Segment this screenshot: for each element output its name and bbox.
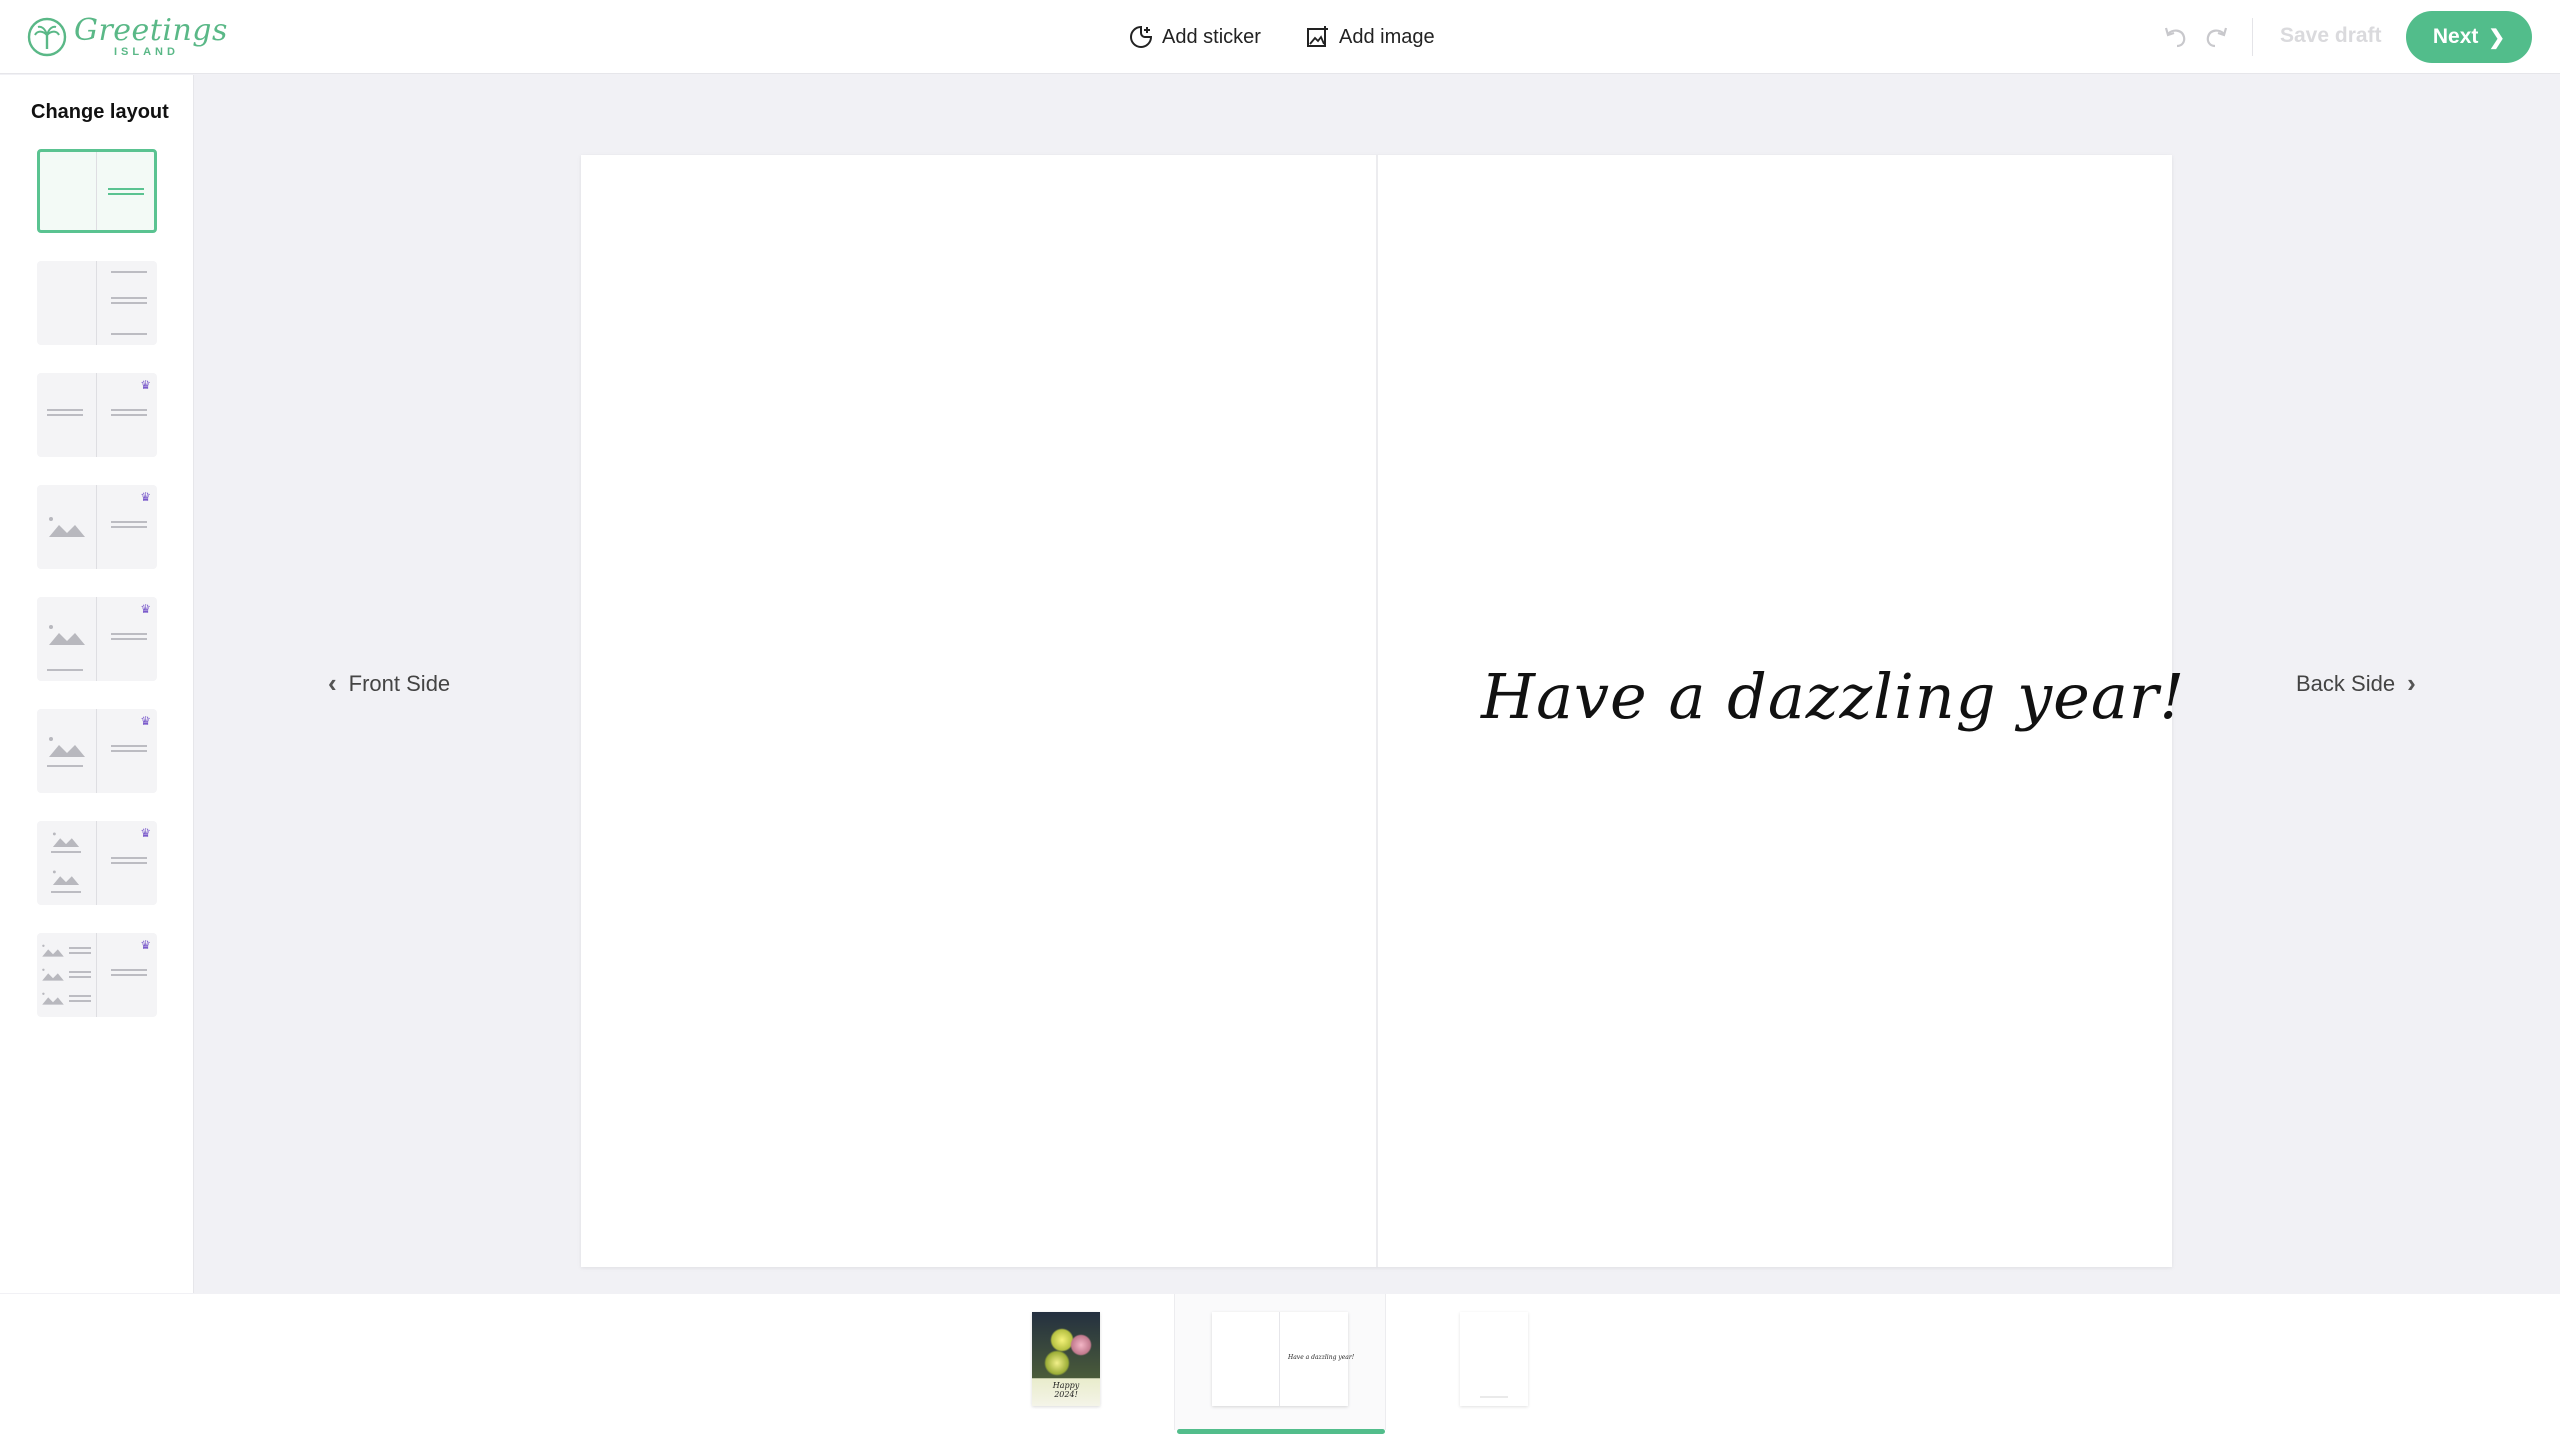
greetings-island-logo[interactable]: Greetings ISLAND (26, 14, 228, 60)
card-canvas: Have a dazzling year! (581, 155, 2184, 1267)
layout-sidebar: Change layout ♛ ♛ ♛ ♛ ♛ ♛ (0, 75, 194, 1293)
next-label: Next (2432, 25, 2479, 48)
layout-option-two-images-text[interactable]: ♛ (37, 821, 157, 905)
active-tab-indicator (1177, 1429, 1385, 1434)
text-lines-icon (69, 971, 91, 981)
layout-option-three-images-text[interactable]: ♛ (37, 933, 157, 1017)
layout-fold (96, 933, 97, 1017)
layout-fold (96, 261, 97, 345)
layout-fold (96, 152, 97, 230)
image-placeholder-icon (42, 968, 64, 981)
layout-option-text-both[interactable]: ♛ (37, 373, 157, 457)
thumb-fold (1279, 1312, 1280, 1406)
chevron-left-icon: ‹ (328, 668, 337, 698)
logo-sub-text: ISLAND (114, 46, 179, 58)
layout-fold (96, 373, 97, 457)
image-placeholder-icon (42, 944, 64, 957)
text-lines-icon (111, 969, 147, 979)
add-image-button[interactable]: Add image (1305, 22, 1435, 52)
crown-icon: ♛ (140, 602, 151, 616)
sidebar-title: Change layout (31, 101, 169, 123)
logo-wordmark: Greetings ISLAND (74, 16, 228, 58)
text-lines-icon (111, 633, 147, 643)
next-button[interactable]: Next ❯ (2406, 11, 2532, 63)
page-thumb-inside[interactable]: Have a dazzling year! (1212, 1312, 1354, 1406)
text-lines-icon (111, 271, 147, 276)
back-side-link[interactable]: Back Side › (2296, 668, 2416, 699)
layout-option-image-caption-text-2[interactable]: ♛ (37, 709, 157, 793)
inside-thumb-text: Have a dazzling year! (1288, 1354, 1355, 1361)
layout-option-image-text[interactable]: ♛ (37, 485, 157, 569)
palm-tree-icon (27, 17, 67, 57)
text-lines-icon (51, 891, 81, 896)
logo-main-text: Greetings (74, 13, 228, 48)
add-image-label: Add image (1339, 25, 1435, 48)
layout-option-text-right-spaced[interactable] (37, 261, 157, 345)
text-lines-icon (108, 188, 144, 198)
text-lines-icon (111, 409, 147, 419)
chevron-right-icon: › (2407, 668, 2416, 698)
firework-graphic (1044, 1350, 1070, 1376)
firework-graphic (1070, 1334, 1092, 1356)
text-lines-icon (111, 521, 147, 531)
layout-option-text-right[interactable] (37, 149, 157, 233)
layout-fold (96, 709, 97, 793)
text-lines-icon (47, 409, 83, 419)
undo-icon[interactable] (2160, 22, 2190, 52)
layout-fold (96, 485, 97, 569)
toolbar-divider (2252, 18, 2253, 56)
image-placeholder-icon (49, 625, 85, 645)
text-lines-icon (69, 947, 91, 957)
back-logo-mark (1480, 1396, 1508, 1398)
greeting-text[interactable]: Have a dazzling year! (1481, 660, 2184, 733)
back-side-label: Back Side (2296, 670, 2396, 696)
image-placeholder-icon (52, 832, 80, 847)
front-thumb-line2: 2024! (1054, 1389, 1078, 1399)
layout-option-image-caption-text[interactable]: ♛ (37, 597, 157, 681)
image-placeholder-icon (49, 737, 85, 757)
page-strip: Happy 2024! Have a dazzling year! (0, 1294, 2560, 1439)
add-sticker-label: Add sticker (1162, 25, 1261, 48)
front-side-link[interactable]: ‹ Front Side (328, 668, 450, 699)
crown-icon: ♛ (140, 826, 151, 840)
crown-icon: ♛ (140, 490, 151, 504)
layout-fold (96, 821, 97, 905)
crown-icon: ♛ (140, 714, 151, 728)
crown-icon: ♛ (140, 378, 151, 392)
image-icon (1307, 26, 1328, 47)
top-bar: Greetings ISLAND Add sticker Add image S… (0, 0, 2560, 74)
image-placeholder-icon (49, 517, 85, 537)
chevron-right-icon: ❯ (2488, 26, 2506, 49)
text-lines-icon (111, 857, 147, 867)
image-placeholder-icon (52, 870, 80, 885)
image-placeholder-icon (42, 992, 64, 1005)
save-draft-button[interactable]: Save draft (2280, 24, 2382, 48)
add-sticker-button[interactable]: Add sticker (1128, 22, 1261, 52)
crown-icon: ♛ (140, 938, 151, 952)
text-lines-icon (111, 333, 147, 338)
front-thumb-text: Happy 2024! (1032, 1381, 1100, 1400)
layout-fold (96, 597, 97, 681)
text-lines-icon (111, 297, 147, 307)
page-thumb-front[interactable]: Happy 2024! (1032, 1312, 1100, 1406)
text-lines-icon (51, 851, 81, 856)
text-lines-icon (111, 745, 147, 755)
text-lines-icon (47, 669, 83, 674)
text-lines-icon (47, 765, 83, 770)
text-lines-icon (69, 995, 91, 1005)
inside-left-panel[interactable] (581, 155, 1376, 1267)
redo-icon[interactable] (2202, 22, 2232, 52)
front-side-label: Front Side (348, 670, 451, 696)
page-thumb-back[interactable] (1460, 1312, 1528, 1406)
sticker-icon (1130, 25, 1153, 48)
